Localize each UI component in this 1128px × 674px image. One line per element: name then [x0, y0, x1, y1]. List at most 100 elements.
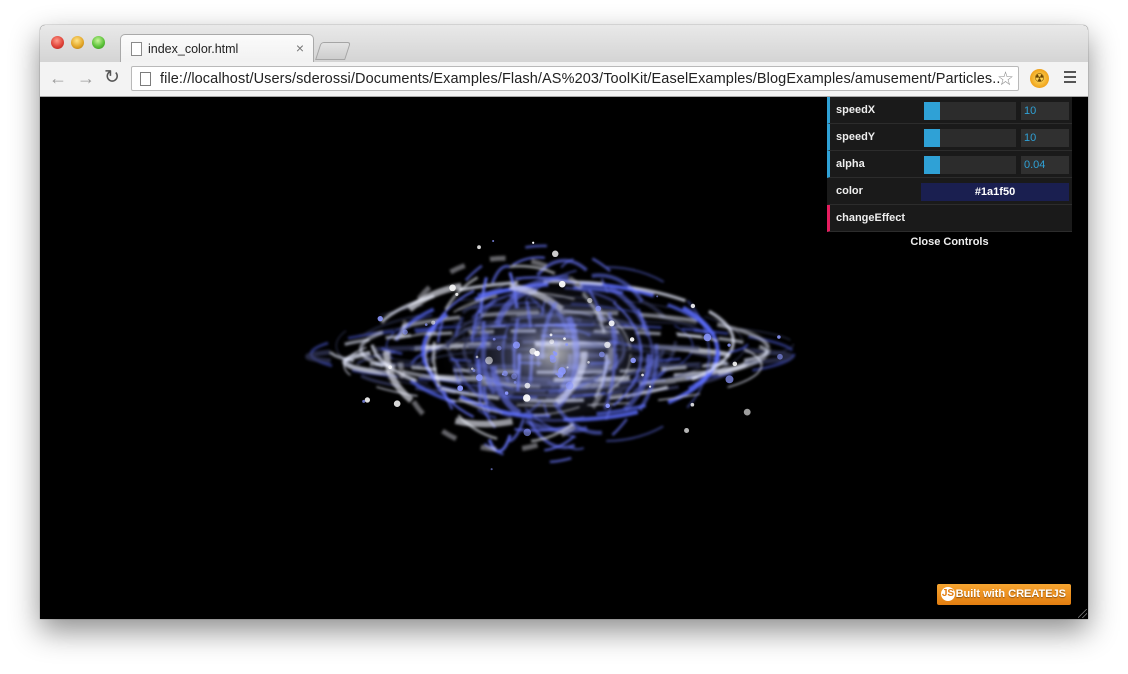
control-label: alpha [836, 158, 865, 170]
particle-dot [472, 369, 476, 372]
particle-dot [684, 427, 690, 434]
particle-dot [485, 356, 493, 365]
particle-dot [477, 245, 481, 250]
reload-icon[interactable]: ↻ [104, 67, 120, 89]
tab-title: index_color.html [148, 42, 239, 56]
particle-dot [565, 343, 569, 346]
particle-dot [703, 333, 712, 342]
particle-dot [529, 347, 537, 355]
particle-dot [393, 400, 401, 407]
forward-arrow-icon[interactable]: → [77, 67, 95, 89]
particle-dot [648, 385, 652, 388]
particle-dot [455, 292, 459, 296]
particle-dot [777, 353, 783, 360]
particle-dot [656, 295, 659, 298]
document-icon [131, 42, 142, 56]
particle-dot [743, 408, 751, 416]
particle-dot [587, 297, 593, 304]
particle-dot [604, 341, 611, 349]
browser-toolbar: ← → ↻ file://localhost/Users/sderossi/Do… [40, 62, 1088, 97]
particle-dot [402, 329, 408, 335]
particle-dot [558, 367, 566, 376]
particle-dot [457, 385, 464, 392]
minimize-window-button[interactable] [71, 36, 84, 49]
particle-dot [690, 303, 696, 309]
particle-dot [424, 323, 428, 326]
particle-dot [524, 382, 531, 389]
built-with-createjs-badge[interactable]: JS Built with CREATEJS [937, 584, 1071, 605]
tab-active[interactable]: index_color.html × [120, 34, 314, 63]
particle-dot [725, 375, 734, 384]
zoom-window-button[interactable] [92, 36, 105, 49]
change-effect-button[interactable]: changeEffect [836, 212, 905, 224]
particle-dot [377, 315, 383, 322]
close-controls-button[interactable]: Close Controls [827, 232, 1072, 252]
particle-dot [513, 380, 517, 384]
particle-dot [475, 374, 483, 382]
tab-close-icon[interactable]: × [296, 40, 304, 56]
particle-dot [608, 320, 615, 327]
browser-window: index_color.html × ← → ↻ file://localhos… [40, 25, 1088, 619]
particle-dot [641, 373, 644, 377]
url-text[interactable]: file://localhost/Users/sderossi/Document… [160, 71, 1000, 87]
resize-grip-icon[interactable] [1078, 609, 1087, 618]
close-window-button[interactable] [51, 36, 64, 49]
slider-fill [924, 102, 940, 120]
particle-dot [364, 397, 371, 403]
speedx-slider[interactable] [924, 102, 1016, 120]
particle-dot [598, 351, 605, 358]
particle-dot [490, 468, 493, 471]
particle-dot [558, 280, 566, 288]
address-bar[interactable]: file://localhost/Users/sderossi/Document… [131, 66, 1019, 91]
particle-dot [512, 341, 521, 349]
particle-dot [552, 250, 559, 258]
particle-dot [523, 428, 532, 437]
particle-dot [732, 361, 738, 367]
particle-dot [504, 391, 509, 395]
file-page-icon [140, 72, 151, 86]
particle-dot [555, 372, 559, 376]
alpha-input[interactable]: 0.04 [1021, 156, 1069, 174]
particle-dot [549, 333, 553, 337]
slider-fill [924, 129, 940, 147]
hamburger-menu-icon[interactable] [1064, 71, 1076, 84]
speedx-input[interactable]: 10 [1021, 102, 1069, 120]
control-label: speedY [836, 131, 876, 143]
particle-dot [549, 356, 557, 363]
particle-dot [475, 355, 479, 359]
speedy-input[interactable]: 10 [1021, 129, 1069, 147]
dat-gui-panel: speedX 10 speedY 10 alpha 0.04 color #1a… [827, 97, 1072, 252]
particle-dot [565, 381, 574, 390]
particle-dot [553, 351, 558, 356]
particle-dot [492, 240, 495, 243]
particle-dot [605, 403, 610, 409]
particle-dot [549, 339, 555, 345]
particle-dot [629, 337, 635, 342]
particle-dot [566, 366, 569, 369]
particle-dot [630, 357, 636, 364]
particle-dot [727, 343, 731, 347]
speedy-slider[interactable] [924, 129, 1016, 147]
particle-dot [362, 399, 366, 403]
control-row-speedx: speedX 10 [827, 97, 1072, 124]
alpha-slider[interactable] [924, 156, 1016, 174]
particle-dot [431, 320, 436, 325]
control-row-alpha: alpha 0.04 [827, 151, 1072, 178]
particle-dot [511, 373, 517, 380]
bookmark-star-icon[interactable]: ☆ [997, 68, 1014, 91]
control-label: color [836, 185, 863, 197]
particle-dot [496, 345, 502, 351]
control-row-speedy: speedY 10 [827, 124, 1072, 151]
control-label: speedX [836, 104, 876, 116]
back-arrow-icon[interactable]: ← [49, 67, 67, 89]
page-viewport: speedX 10 speedY 10 alpha 0.04 color #1a… [40, 97, 1088, 619]
new-tab-button[interactable] [315, 42, 351, 60]
slider-fill [924, 156, 940, 174]
radiation-extension-icon[interactable]: ☢ [1030, 69, 1049, 88]
tab-strip: index_color.html × [40, 25, 1088, 63]
control-row-change-effect[interactable]: changeEffect [827, 205, 1072, 232]
particle-dot [595, 305, 602, 312]
particle-dot [587, 361, 590, 364]
particle-dot [523, 394, 531, 402]
color-picker[interactable]: #1a1f50 [921, 183, 1069, 201]
